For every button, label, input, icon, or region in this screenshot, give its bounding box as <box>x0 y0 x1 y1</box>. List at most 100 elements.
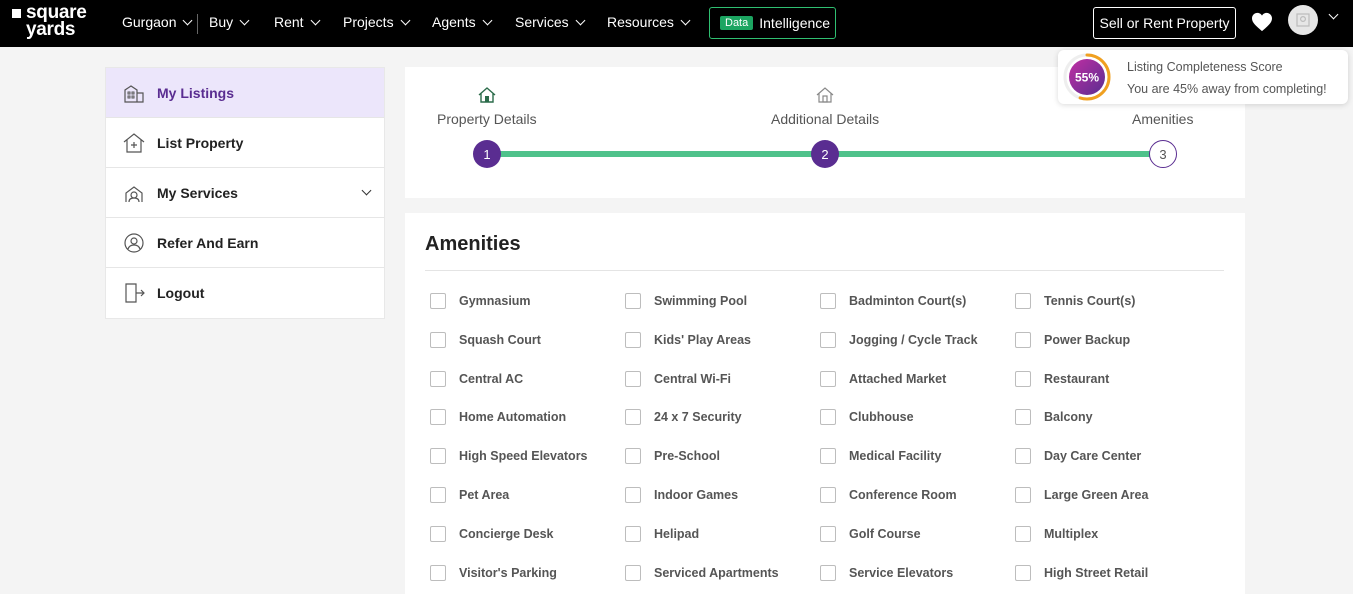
amenity-checkbox[interactable] <box>820 486 836 503</box>
amenity-option[interactable]: Tennis Court(s) <box>1015 291 1210 311</box>
amenity-checkbox[interactable] <box>820 525 836 542</box>
amenity-option[interactable]: Kids' Play Areas <box>625 330 820 350</box>
amenity-checkbox[interactable] <box>1015 293 1031 309</box>
amenity-option[interactable]: Medical Facility <box>820 446 1015 466</box>
amenity-checkbox[interactable] <box>625 486 641 503</box>
listing-completeness-popup: 55% Listing Completeness Score You are 4… <box>1058 50 1348 104</box>
amenity-checkbox[interactable] <box>625 564 641 581</box>
sidebar-item-logout[interactable]: Logout <box>106 268 384 318</box>
amenity-label: Day Care Center <box>1044 449 1142 464</box>
amenity-checkbox[interactable] <box>1015 370 1031 387</box>
amenity-option[interactable]: Pre-School <box>625 446 820 466</box>
amenity-checkbox[interactable] <box>820 293 836 309</box>
amenity-option[interactable]: Central AC <box>430 369 625 389</box>
amenity-checkbox[interactable] <box>625 525 641 542</box>
amenity-option[interactable]: Squash Court <box>430 330 625 350</box>
amenity-label: Multiplex <box>1044 526 1099 541</box>
amenity-checkbox[interactable] <box>430 525 446 542</box>
amenity-checkbox[interactable] <box>625 370 641 387</box>
amenity-label: Jogging / Cycle Track <box>849 332 978 347</box>
amenity-option[interactable]: Restaurant <box>1015 369 1210 389</box>
amenity-option[interactable]: Swimming Pool <box>625 291 820 311</box>
amenity-option[interactable]: Indoor Games <box>625 485 820 505</box>
amenity-checkbox[interactable] <box>430 448 446 465</box>
square-yards-logo[interactable]: square yards <box>12 3 97 41</box>
step-title-amenities: Amenities <box>1132 111 1194 127</box>
amenity-option[interactable]: Central Wi-Fi <box>625 369 820 389</box>
amenity-checkbox[interactable] <box>1015 331 1031 348</box>
amenity-option[interactable]: High Speed Elevators <box>430 446 625 466</box>
nav-services[interactable]: Services <box>515 14 586 30</box>
amenity-option[interactable]: Helipad <box>625 524 820 544</box>
sell-or-rent-button[interactable]: Sell or Rent Property <box>1093 7 1236 39</box>
amenity-checkbox[interactable] <box>1015 448 1031 465</box>
step-dot-2[interactable]: 2 <box>811 140 839 168</box>
amenity-checkbox[interactable] <box>820 564 836 581</box>
amenity-option[interactable]: Conference Room <box>820 485 1015 505</box>
chevron-down-icon[interactable] <box>361 185 372 196</box>
sidebar-item-refer-and-earn[interactable]: Refer And Earn <box>106 218 384 268</box>
refer-icon <box>124 232 144 253</box>
amenity-checkbox[interactable] <box>1015 525 1031 542</box>
step-dot-1[interactable]: 1 <box>473 140 501 168</box>
sidebar-item-my-listings[interactable]: My Listings <box>106 68 384 118</box>
nav-projects[interactable]: Projects <box>343 14 411 30</box>
amenity-checkbox[interactable] <box>625 409 641 426</box>
amenity-checkbox[interactable] <box>1015 564 1031 581</box>
amenity-option[interactable]: Day Care Center <box>1015 446 1210 466</box>
amenity-checkbox[interactable] <box>1015 486 1031 503</box>
step-dot-3[interactable]: 3 <box>1149 140 1177 168</box>
sidebar-item-my-services[interactable]: My Services <box>106 168 384 218</box>
amenity-option[interactable]: Visitor's Parking <box>430 563 625 583</box>
nav-resources[interactable]: Resources <box>607 14 691 30</box>
nav-rent[interactable]: Rent <box>274 14 321 30</box>
amenity-option[interactable]: Jogging / Cycle Track <box>820 330 1015 350</box>
amenity-option[interactable]: 24 x 7 Security <box>625 407 820 427</box>
amenity-option[interactable]: Large Green Area <box>1015 485 1210 505</box>
amenity-checkbox[interactable] <box>430 486 446 503</box>
amenity-option[interactable]: High Street Retail <box>1015 563 1210 583</box>
amenity-option[interactable]: Attached Market <box>820 369 1015 389</box>
avatar-chevron-down-icon[interactable] <box>1328 9 1339 20</box>
amenity-checkbox[interactable] <box>820 331 836 348</box>
amenity-checkbox[interactable] <box>430 564 446 581</box>
data-intelligence-button[interactable]: Data Intelligence <box>709 7 836 39</box>
amenity-option[interactable]: Multiplex <box>1015 524 1210 544</box>
amenity-checkbox[interactable] <box>430 331 446 348</box>
amenity-checkbox[interactable] <box>820 448 836 465</box>
amenity-checkbox[interactable] <box>430 293 446 309</box>
amenity-label: Visitor's Parking <box>459 565 557 580</box>
nav-buy[interactable]: Buy <box>209 14 250 30</box>
sidebar-item-list-property[interactable]: List Property <box>106 118 384 168</box>
amenity-option[interactable]: Clubhouse <box>820 407 1015 427</box>
amenity-checkbox[interactable] <box>820 370 836 387</box>
amenity-label: Conference Room <box>849 487 957 502</box>
amenity-label: 24 x 7 Security <box>654 410 742 425</box>
amenity-option[interactable]: Serviced Apartments <box>625 563 820 583</box>
amenity-checkbox[interactable] <box>820 409 836 426</box>
amenity-label: Clubhouse <box>849 410 914 425</box>
amenity-checkbox[interactable] <box>625 293 641 309</box>
amenity-option[interactable]: Badminton Court(s) <box>820 291 1015 311</box>
list-property-icon <box>123 132 145 153</box>
amenity-checkbox[interactable] <box>625 331 641 348</box>
amenity-option[interactable]: Golf Course <box>820 524 1015 544</box>
amenity-option[interactable]: Gymnasium <box>430 291 625 311</box>
amenity-option[interactable]: Concierge Desk <box>430 524 625 544</box>
amenity-option[interactable]: Home Automation <box>430 407 625 427</box>
sidebar-item-label: My Listings <box>157 84 235 101</box>
amenity-checkbox[interactable] <box>1015 409 1031 426</box>
amenity-option[interactable]: Power Backup <box>1015 330 1210 350</box>
city-selector[interactable]: Gurgaon <box>122 14 193 30</box>
avatar[interactable] <box>1288 5 1318 35</box>
amenity-option[interactable]: Service Elevators <box>820 563 1015 583</box>
amenity-checkbox[interactable] <box>430 409 446 426</box>
amenity-option[interactable]: Pet Area <box>430 485 625 505</box>
nav-agents[interactable]: Agents <box>432 14 493 30</box>
amenity-option[interactable]: Balcony <box>1015 407 1210 427</box>
amenity-label: Large Green Area <box>1044 487 1149 502</box>
amenity-checkbox[interactable] <box>625 448 641 465</box>
heart-icon[interactable] <box>1251 12 1273 32</box>
nav-projects-label: Projects <box>343 14 394 30</box>
amenity-checkbox[interactable] <box>430 370 446 387</box>
